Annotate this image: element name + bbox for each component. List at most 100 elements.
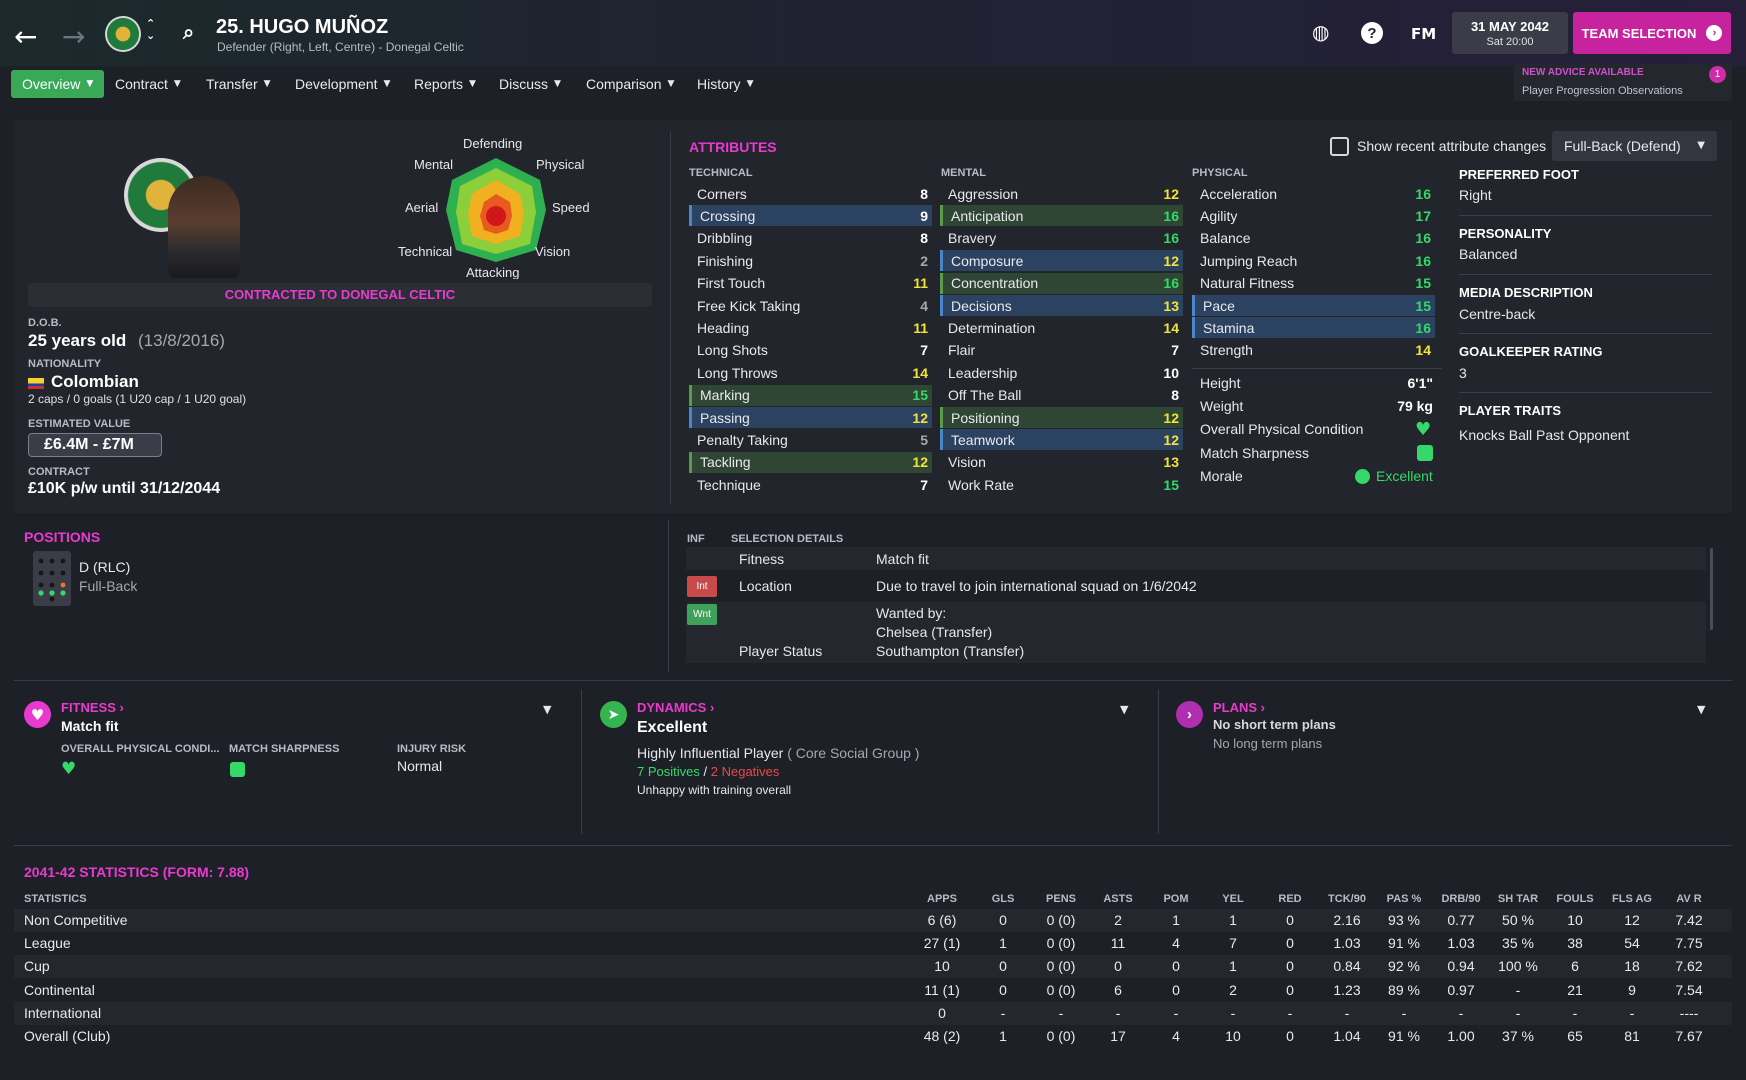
tab-transfer[interactable]: Transfer ▼ — [195, 70, 282, 98]
attribute-row-strength[interactable]: Strength 14 — [1192, 340, 1435, 361]
fm-menu-button[interactable]: FM — [1411, 25, 1436, 43]
stat-row[interactable]: Continental 11 (1) 0 0 (0) 6 0 2 0 1.23 89 % 0.97 -… — [14, 979, 1732, 1002]
attribute-row-concentration[interactable]: Concentration 16 — [940, 272, 1183, 294]
attribute-row-composure[interactable]: Composure 12 — [940, 250, 1183, 272]
stat-row[interactable]: International 0- - - - - - - - - - - - ---- — [14, 1001, 1732, 1025]
attribute-row-long-throws[interactable]: Long Throws 14 — [689, 362, 932, 383]
attribute-row-first-touch[interactable]: First Touch 11 — [689, 273, 932, 294]
stat-column-header[interactable]: AV R — [1659, 893, 1719, 905]
attribute-row-finishing[interactable]: Finishing 2 — [689, 250, 932, 271]
dynamics-card-title[interactable]: DYNAMICS › — [637, 700, 714, 715]
stat-column-header[interactable]: YEL — [1203, 893, 1263, 905]
search-icon[interactable]: ⌕ — [183, 20, 194, 44]
wanted-club-2[interactable]: Southampton (Transfer) — [876, 643, 1024, 659]
player-trait[interactable]: Knocks Ball Past Opponent — [1459, 427, 1629, 443]
attribute-row-corners[interactable]: Corners 8 — [689, 183, 932, 204]
attribute-row-free-kick-taking[interactable]: Free Kick Taking 4 — [689, 295, 932, 316]
attribute-row-anticipation[interactable]: Anticipation 16 — [940, 205, 1183, 227]
forward-arrow-icon[interactable]: → — [62, 20, 85, 53]
plans-card-title[interactable]: PLANS › — [1213, 700, 1265, 715]
stat-column-header[interactable]: FLS AG — [1602, 893, 1662, 905]
club-badge-icon[interactable] — [105, 16, 141, 52]
stat-column-header[interactable]: APPS — [912, 893, 972, 905]
attribute-name: Technique — [697, 476, 761, 493]
stat-column-header[interactable]: RED — [1260, 893, 1320, 905]
attribute-row-crossing[interactable]: Crossing 9 — [689, 205, 932, 227]
date-continue-box[interactable]: 31 MAY 2042 Sat 20:00 — [1452, 12, 1568, 54]
stat-row[interactable]: League 27 (1) 1 0 (0) 11 4 7 0 1.03 91 % 1.03 35 % 3… — [14, 932, 1732, 955]
stat-column-header[interactable]: FOULS — [1545, 893, 1605, 905]
radar-label-aerial: Aerial — [405, 200, 439, 215]
tab-comparison[interactable]: Comparison ▼ — [575, 70, 685, 98]
attribute-row-leadership[interactable]: Leadership 10 — [940, 362, 1183, 383]
attribute-row-long-shots[interactable]: Long Shots 7 — [689, 340, 932, 361]
happiness-summary[interactable]: 7 Positives / 2 Negatives — [637, 764, 779, 779]
stat-cell: 35 % — [1502, 935, 1534, 952]
inf-label: INF — [687, 533, 705, 545]
stat-column-header[interactable]: POM — [1146, 893, 1206, 905]
attribute-row-off-the-ball[interactable]: Off The Ball 8 — [940, 385, 1183, 406]
attribute-row-bravery[interactable]: Bravery 16 — [940, 228, 1183, 249]
attribute-name: Concentration — [951, 275, 1039, 292]
attribute-row-flair[interactable]: Flair 7 — [940, 340, 1183, 361]
attribute-row-aggression[interactable]: Aggression 12 — [940, 183, 1183, 204]
attribute-row-balance[interactable]: Balance 16 — [1192, 228, 1435, 249]
stat-column-header[interactable]: ASTS — [1088, 893, 1148, 905]
tab-overview[interactable]: Overview ▼ — [11, 70, 105, 98]
attribute-row-jumping-reach[interactable]: Jumping Reach 16 — [1192, 250, 1435, 271]
attribute-row-penalty-taking[interactable]: Penalty Taking 5 — [689, 429, 932, 450]
stat-cell: 9 — [1628, 981, 1636, 998]
club-switch-chevrons-icon[interactable]: ⌃ ⌄ — [146, 18, 155, 42]
tab-label: Transfer — [206, 76, 258, 92]
team-selection-button[interactable]: TEAM SELECTION › — [1573, 12, 1731, 54]
tab-reports[interactable]: Reports ▼ — [403, 70, 487, 98]
fitness-card-title[interactable]: FITNESS › — [61, 700, 124, 715]
stat-cell: 4 — [1172, 1028, 1180, 1044]
stat-row[interactable]: Overall (Club) 48 (2) 1 0 (0) 17 4 10 0 1.04 91 %… — [14, 1025, 1732, 1048]
chevron-down-icon[interactable]: ▼ — [1697, 703, 1705, 716]
attribute-row-natural-fitness[interactable]: Natural Fitness 15 — [1192, 273, 1435, 294]
selection-scrollbar[interactable] — [1710, 548, 1713, 630]
chevron-down-icon[interactable]: ▼ — [1120, 703, 1128, 716]
statistics-title[interactable]: 2041-42 STATISTICS (FORM: 7.88) — [24, 864, 249, 880]
stat-column-header[interactable]: TCK/90 — [1317, 893, 1377, 905]
attribute-row-heading[interactable]: Heading 11 — [689, 317, 932, 338]
attribute-row-stamina[interactable]: Stamina 16 — [1192, 317, 1435, 339]
attribute-row-work-rate[interactable]: Work Rate 15 — [940, 474, 1183, 495]
attribute-row-dribbling[interactable]: Dribbling 8 — [689, 228, 932, 249]
attribute-row-technique[interactable]: Technique 7 — [689, 474, 932, 495]
stat-row[interactable]: Non Competitive 6 (6) 0 0 (0) 2 1 1 0 2.16 93 % 0.… — [14, 909, 1732, 932]
chevron-down-icon[interactable]: ▼ — [543, 703, 551, 716]
attribute-row-decisions[interactable]: Decisions 13 — [940, 295, 1183, 316]
attribute-row-passing[interactable]: Passing 12 — [689, 407, 932, 428]
stat-column-header[interactable]: GLS — [973, 893, 1033, 905]
tab-history[interactable]: History ▼ — [686, 70, 764, 98]
attribute-row-teamwork[interactable]: Teamwork 12 — [940, 429, 1183, 451]
attribute-row-pace[interactable]: Pace 15 — [1192, 295, 1435, 316]
show-changes-label[interactable]: Show recent attribute changes — [1357, 138, 1546, 154]
attribute-row-marking[interactable]: Marking 15 — [689, 384, 932, 406]
stat-cell: - — [1000, 1004, 1006, 1021]
attribute-row-acceleration[interactable]: Acceleration 16 — [1192, 183, 1435, 204]
attribute-row-agility[interactable]: Agility 17 — [1192, 205, 1435, 226]
stat-column-header[interactable]: PAS % — [1374, 893, 1434, 905]
attribute-row-tackling[interactable]: Tackling 12 — [689, 451, 932, 473]
tab-contract[interactable]: Contract ▼ — [104, 70, 192, 98]
tab-development[interactable]: Development ▼ — [284, 70, 401, 98]
international-caps: 2 caps / 0 goals (1 U20 cap / 1 U20 goal… — [28, 392, 247, 406]
back-arrow-icon[interactable]: ← — [14, 20, 37, 53]
attribute-row-vision[interactable]: Vision 13 — [940, 452, 1183, 473]
attribute-row-determination[interactable]: Determination 14 — [940, 317, 1183, 338]
stat-column-header[interactable]: PENS — [1031, 893, 1091, 905]
nationality[interactable]: Colombian — [51, 372, 139, 392]
help-icon[interactable]: ? — [1361, 22, 1383, 44]
tab-discuss[interactable]: Discuss ▼ — [488, 70, 572, 98]
stat-row[interactable]: Cup 10 0 0 (0) 0 0 1 0 0.84 92 % 0.94 100 % 6 18 7.62 — [14, 955, 1732, 979]
stat-column-header[interactable]: DRB/90 — [1431, 893, 1491, 905]
show-changes-checkbox[interactable] — [1330, 137, 1349, 156]
attribute-row-positioning[interactable]: Positioning 12 — [940, 407, 1183, 428]
role-selector[interactable]: Full-Back (Defend) ▼ — [1552, 131, 1717, 161]
wanted-club-1[interactable]: Chelsea (Transfer) — [876, 624, 992, 640]
stat-column-header[interactable]: SH TAR — [1488, 893, 1548, 905]
globe-icon[interactable]: ◍ — [1312, 20, 1329, 44]
